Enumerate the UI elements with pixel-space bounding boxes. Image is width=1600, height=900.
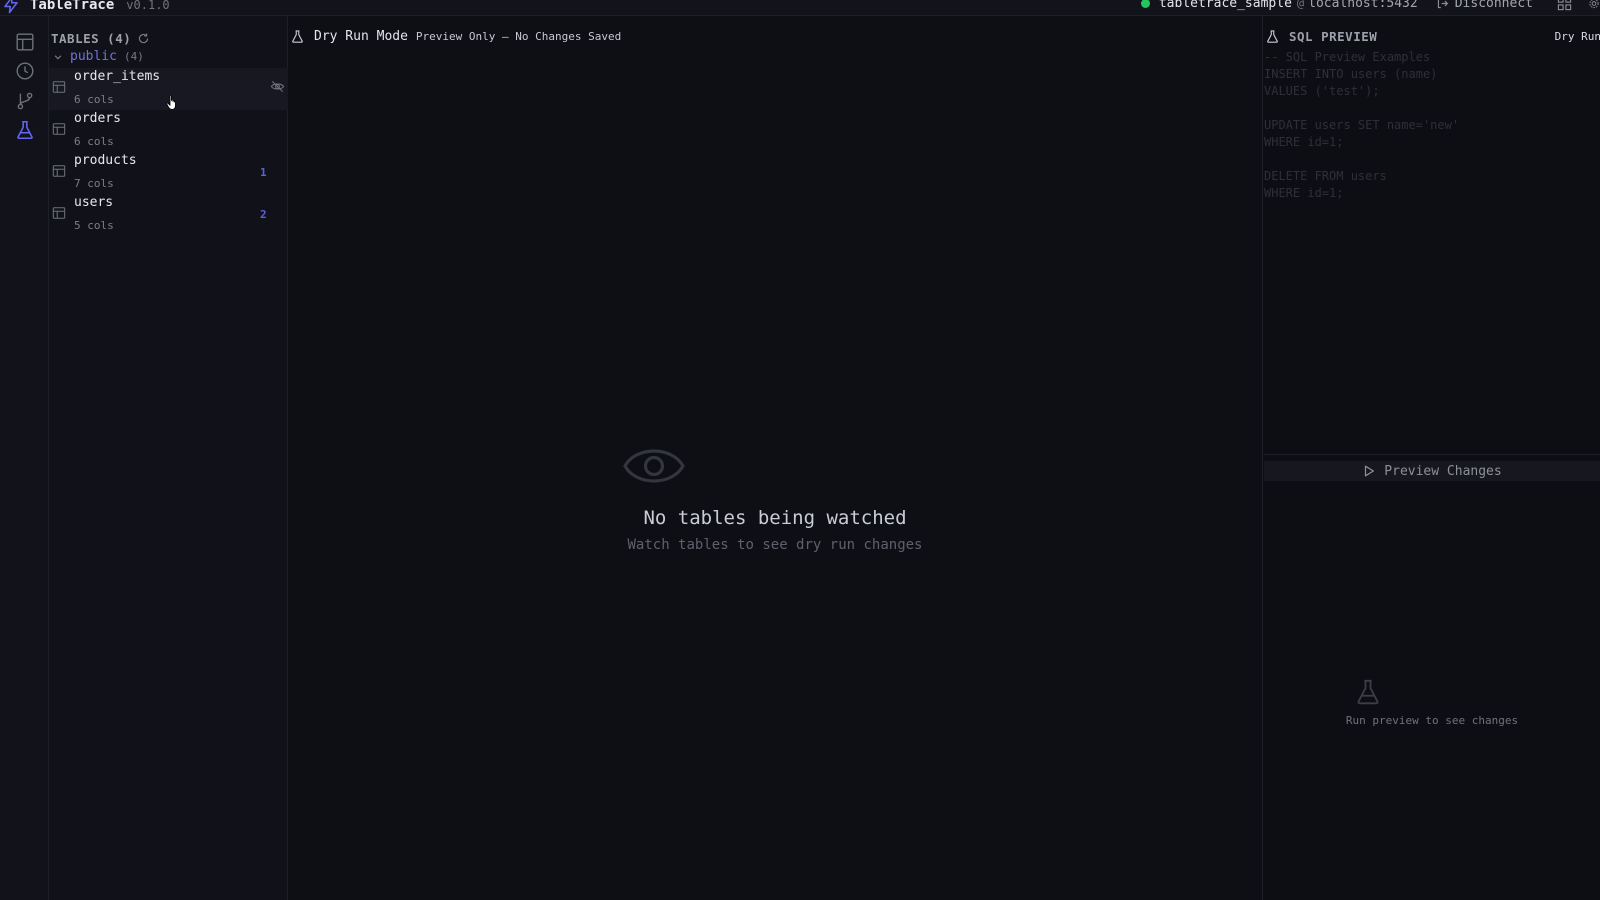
table-icon (52, 81, 66, 93)
eye-icon (623, 449, 685, 483)
table-icon (52, 165, 66, 177)
flask-icon[interactable] (14, 119, 36, 141)
connection-status-dot (1140, 0, 1150, 8)
table-col-count: 6 cols (74, 93, 114, 106)
preview-changes-button[interactable]: Preview Changes (1264, 461, 1600, 481)
table-icon (52, 123, 66, 135)
chevron-down-icon (54, 54, 62, 59)
logout-icon (1437, 0, 1448, 8)
table-icon (52, 207, 66, 219)
sql-line: UPDATE users SET name='new' (1264, 118, 1460, 132)
gear-icon[interactable] (1588, 0, 1600, 11)
mode-subtitle: Preview Only — No Changes Saved (415, 30, 622, 43)
eye-off-icon[interactable] (270, 79, 285, 94)
dry-run-header: Dry Run Mode Preview Only — No Changes S… (288, 29, 621, 44)
sidebar-header: TABLES (4) (51, 31, 150, 46)
layout-grid-icon[interactable] (1557, 0, 1572, 11)
disconnect-label: Disconnect (1454, 0, 1533, 11)
hand-cursor-icon (166, 94, 176, 110)
sql-line: -- SQL Preview Examples (1264, 50, 1431, 64)
preview-empty-text: Run preview to see changes (1345, 714, 1519, 727)
sql-line: WHERE id=1; (1264, 135, 1344, 149)
connection-info: tabletrace_sample @ localhost:5432 Disco… (1140, 0, 1600, 12)
sql-preview-title: SQL PREVIEW (1289, 29, 1378, 44)
table-item-users[interactable]: users 5 cols 2 (49, 194, 288, 236)
database-name: tabletrace_sample (1158, 0, 1292, 11)
table-col-count: 5 cols (74, 219, 114, 232)
lightning-logo-icon (4, 0, 18, 13)
refresh-icon[interactable] (137, 32, 150, 45)
table-col-count: 7 cols (74, 177, 114, 190)
top-bar: TableTrace v0.1.0 tabletrace_sample @ lo… (0, 0, 1600, 16)
preview-changes-label: Preview Changes (1384, 463, 1502, 479)
table-grid-icon[interactable] (14, 31, 36, 53)
sql-preview-header: SQL PREVIEW Dry Run (1263, 29, 1600, 44)
table-name: products (74, 153, 137, 168)
activity-bar (0, 16, 49, 900)
host-address: localhost:5432 (1308, 0, 1418, 11)
table-name: users (74, 195, 114, 210)
sidebar-title: TABLES (4) (51, 31, 132, 46)
table-change-badge: 2 (260, 208, 267, 221)
flask-icon (1267, 30, 1278, 43)
schema-name: public (70, 49, 117, 64)
empty-title: No tables being watched (643, 507, 907, 529)
schema-public[interactable]: public (4) (53, 49, 144, 64)
play-icon (1365, 465, 1375, 477)
app-name: TableTrace (30, 0, 115, 13)
sql-line: WHERE id=1; (1264, 186, 1344, 200)
brand: TableTrace v0.1.0 (0, 0, 170, 13)
table-name: orders (74, 111, 121, 126)
sql-line: INSERT INTO users (name) (1264, 67, 1438, 81)
tables-sidebar: TABLES (4) public (4) order_items 6 cols (49, 16, 288, 900)
table-item-orders[interactable]: orders 6 cols (49, 110, 288, 152)
mode-title: Dry Run Mode (314, 29, 408, 44)
main-panel: Dry Run Mode Preview Only — No Changes S… (288, 16, 1262, 900)
empty-subtitle: Watch tables to see dry run changes (627, 537, 923, 553)
sql-editor[interactable]: -- SQL Preview Examples INSERT INTO user… (1264, 50, 1600, 455)
schema-count: (4) (123, 50, 144, 63)
disconnect-button[interactable]: Disconnect (1436, 0, 1533, 11)
table-item-products[interactable]: products 7 cols 1 (49, 152, 288, 194)
sql-line: DELETE FROM users (1264, 169, 1387, 183)
app-version: v0.1.0 (126, 0, 170, 12)
table-change-badge: 1 (260, 166, 267, 179)
flask-icon (292, 30, 303, 43)
flask-icon (1357, 679, 1379, 705)
dry-run-tag: Dry Run (1554, 30, 1600, 43)
table-name: order_items (74, 69, 161, 84)
table-col-count: 6 cols (74, 135, 114, 148)
sql-line: VALUES ('test'); (1264, 84, 1380, 98)
host-separator: @ (1296, 0, 1305, 10)
sql-preview-panel: SQL PREVIEW Dry Run -- SQL Preview Examp… (1262, 16, 1600, 900)
git-branch-icon[interactable] (14, 90, 36, 112)
clock-icon[interactable] (14, 60, 36, 82)
